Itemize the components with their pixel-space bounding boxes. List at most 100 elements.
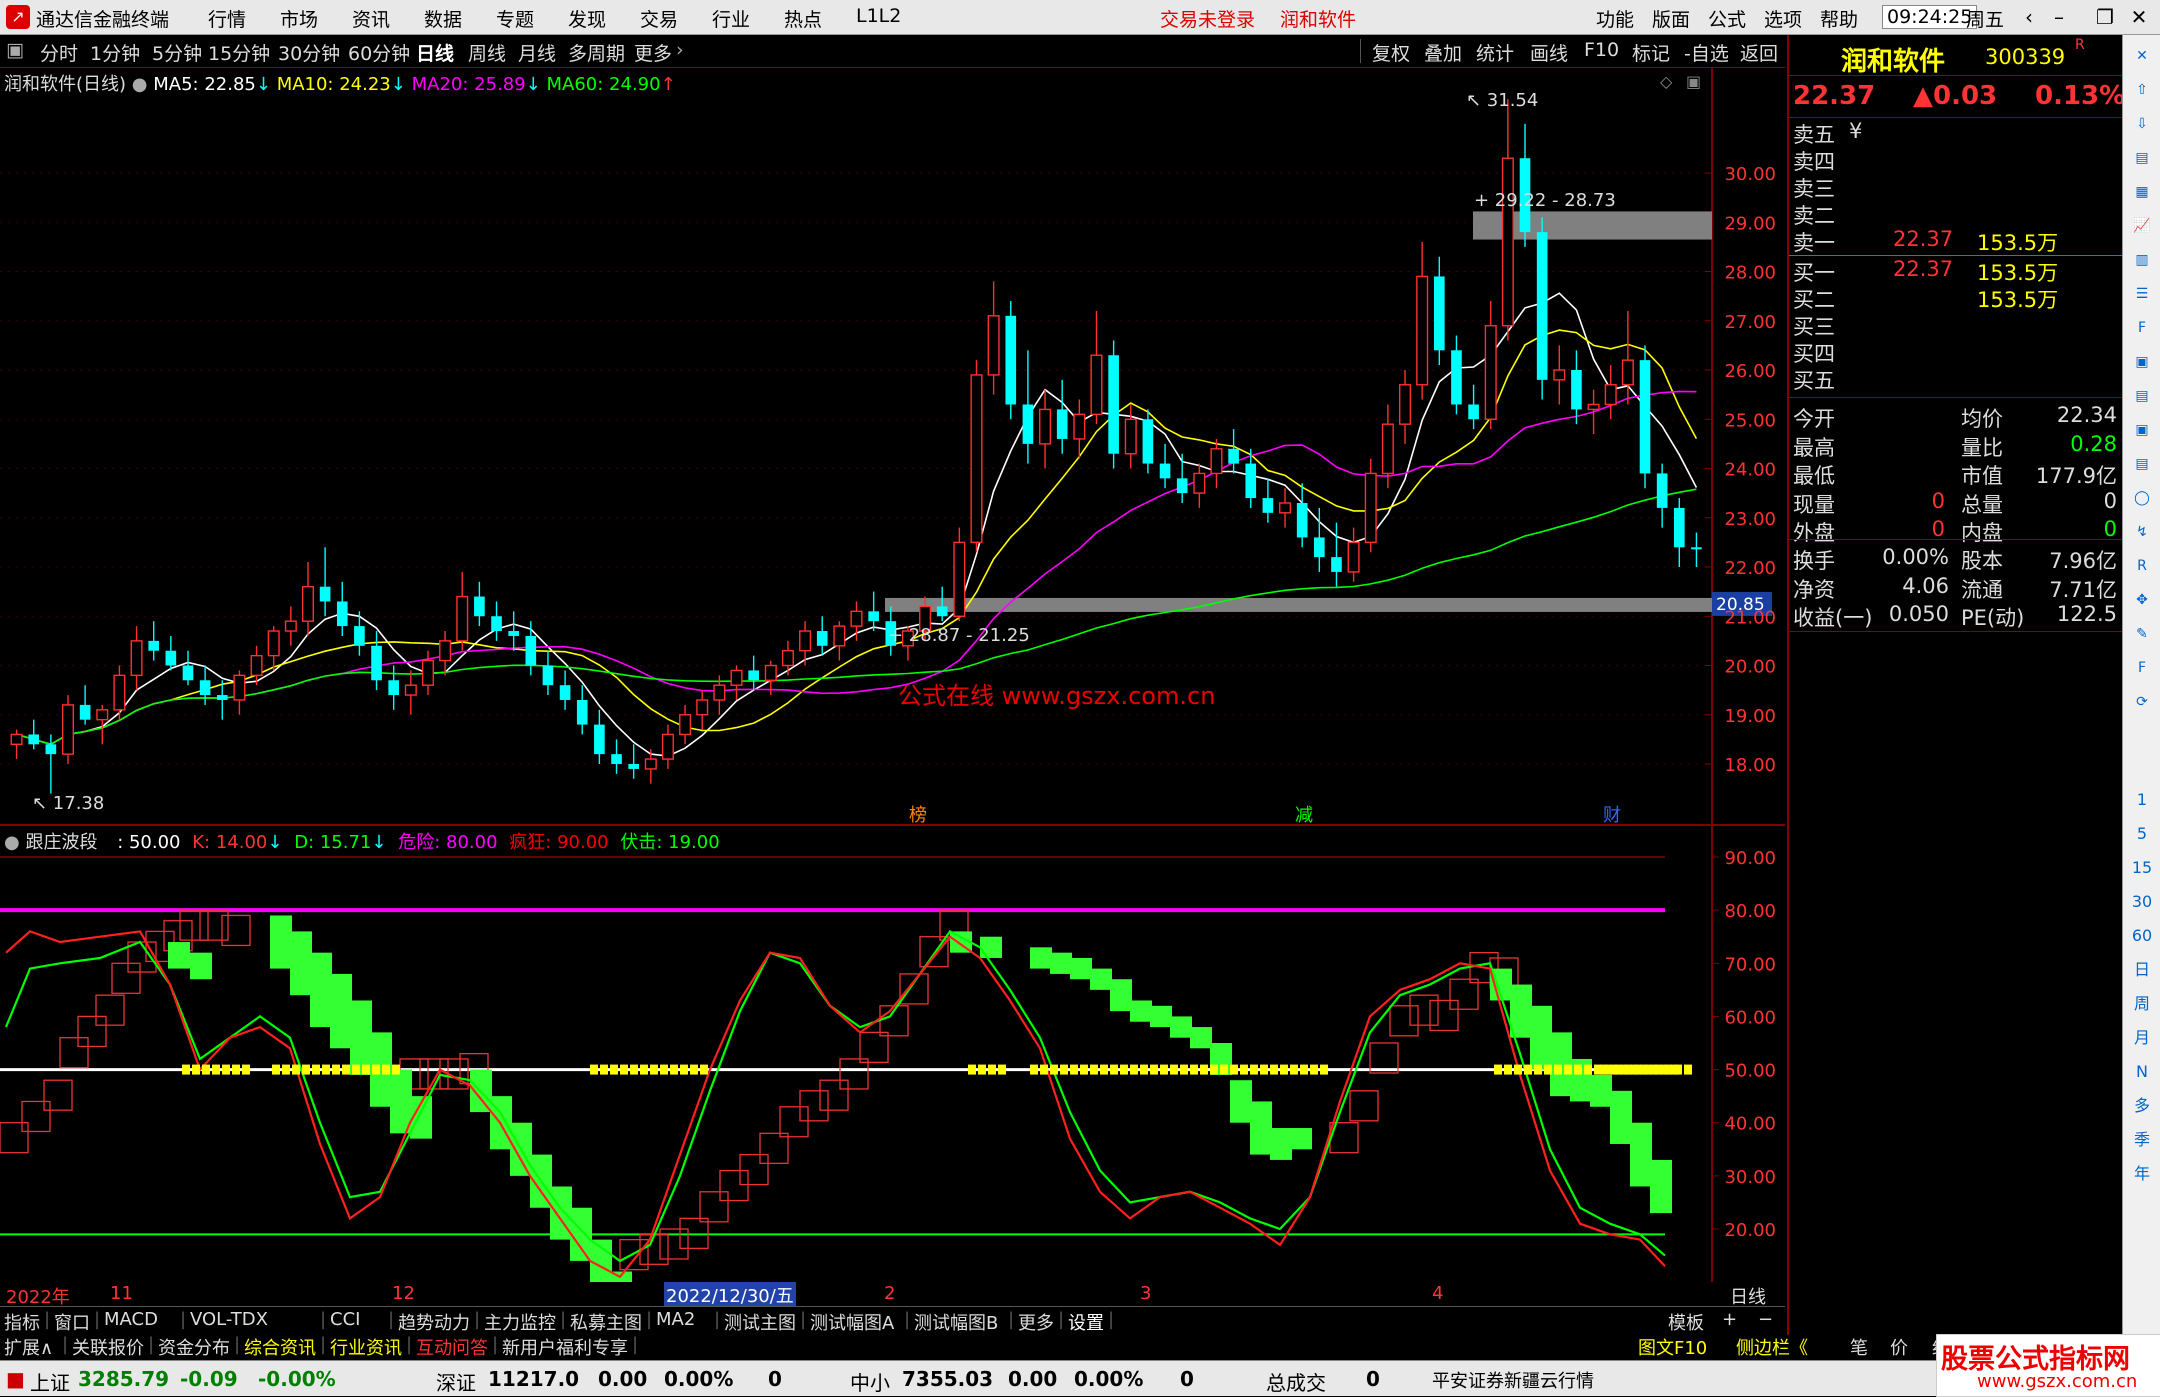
add-button[interactable]: + bbox=[1722, 1309, 1737, 1330]
period-1min[interactable]: 1分钟 bbox=[90, 39, 140, 66]
bottom-tab-6[interactable]: 新用户福利专享 bbox=[502, 1334, 628, 1360]
bottom-tab-1[interactable]: 关联报价 bbox=[72, 1334, 144, 1360]
close-icon[interactable]: ✕ bbox=[2129, 43, 2155, 69]
info-icon[interactable]: ▤ bbox=[2129, 383, 2155, 409]
rsi-icon[interactable]: R bbox=[2129, 553, 2155, 579]
tool-diejia[interactable]: 叠加 bbox=[1424, 39, 1462, 66]
sz-index-name[interactable]: 深证 bbox=[436, 1367, 476, 1396]
news-icon[interactable]: ▤ bbox=[2129, 451, 2155, 477]
bottom-tab-0[interactable]: 扩展∧ bbox=[4, 1334, 53, 1360]
pen-icon[interactable]: ✎ bbox=[2129, 621, 2155, 647]
restore-icon[interactable]: ❐ bbox=[2090, 4, 2120, 30]
refresh-icon[interactable]: ⟳ bbox=[2129, 689, 2155, 715]
bottom-tab-4[interactable]: 行业资讯 bbox=[330, 1334, 402, 1360]
doc-icon[interactable]: ▤ bbox=[2129, 145, 2155, 171]
sidebar-period-button[interactable]: 周 bbox=[2129, 991, 2155, 1017]
up-arrow-icon[interactable]: ⇧ bbox=[2129, 77, 2155, 103]
close-icon[interactable]: ✕ bbox=[2124, 4, 2154, 30]
bottom-tab-3[interactable]: 综合资讯 bbox=[244, 1334, 316, 1360]
menu-item-bangzhu[interactable]: 帮助 bbox=[1820, 5, 1858, 32]
signal-dot bbox=[1100, 1064, 1108, 1075]
menu-item-faxian[interactable]: 发现 bbox=[568, 5, 606, 32]
ma-settings-icon[interactable]: ● bbox=[132, 74, 148, 95]
sidebar-period-button[interactable]: 月 bbox=[2129, 1025, 2155, 1051]
candle-icon[interactable]: ▥ bbox=[2129, 247, 2155, 273]
menu-item-hangye[interactable]: 行业 bbox=[712, 5, 750, 32]
sidebar-period-button[interactable]: 30 bbox=[2129, 889, 2155, 915]
down-arrow-icon[interactable]: ⇩ bbox=[2129, 111, 2155, 137]
sidebar-period-button[interactable]: 日 bbox=[2129, 957, 2155, 983]
back-arrow-icon[interactable]: ‹ bbox=[2014, 4, 2044, 30]
sidebar-period-button[interactable]: 年 bbox=[2129, 1161, 2155, 1187]
chevron-right-icon[interactable]: › bbox=[676, 39, 684, 61]
period-5min[interactable]: 5分钟 bbox=[152, 39, 202, 66]
sidebar-period-button[interactable]: 季 bbox=[2129, 1127, 2155, 1153]
menu-item-zixun[interactable]: 资讯 bbox=[352, 5, 390, 32]
brush-button[interactable]: 笔 bbox=[1850, 1334, 1868, 1360]
list-icon[interactable]: ☰ bbox=[2129, 281, 2155, 307]
menu-item-zhuanti[interactable]: 专题 bbox=[496, 5, 534, 32]
f10-icon[interactable]: F bbox=[2129, 315, 2155, 341]
price-chart-area[interactable]: 20.85 30.00 29.00 28.00 27.00 26.00 25.00 24.0… bbox=[0, 67, 1785, 1282]
bottom-tab-5[interactable]: 互动问答 bbox=[416, 1334, 488, 1360]
price-button[interactable]: 价 bbox=[1890, 1334, 1908, 1360]
zone-icon[interactable]: ▣ bbox=[2129, 417, 2155, 443]
menu-item-shuju[interactable]: 数据 bbox=[424, 5, 462, 32]
candle-body bbox=[679, 714, 692, 736]
zx-index-name[interactable]: 中小 bbox=[850, 1367, 890, 1396]
sidebar-period-button[interactable]: 5 bbox=[2129, 821, 2155, 847]
book-icon[interactable]: ▣ bbox=[2129, 349, 2155, 375]
indicator-tab-3[interactable]: VOL-TDX bbox=[190, 1309, 268, 1330]
indicator-tab-4[interactable]: CCI bbox=[330, 1309, 360, 1330]
remove-button[interactable]: − bbox=[1758, 1309, 1773, 1330]
minimize-icon[interactable]: – bbox=[2044, 4, 2074, 30]
bottom-tab-2[interactable]: 资金分布 bbox=[158, 1334, 230, 1360]
tool-f10[interactable]: F10 bbox=[1584, 39, 1619, 61]
sidebar-period-button[interactable]: 60 bbox=[2129, 923, 2155, 949]
menu-item-gongneng[interactable]: 功能 bbox=[1596, 5, 1634, 32]
tool-tongji[interactable]: 统计 bbox=[1476, 39, 1514, 66]
sidebar-period-button[interactable]: 多 bbox=[2129, 1093, 2155, 1119]
menu-item-banmian[interactable]: 版面 bbox=[1652, 5, 1690, 32]
circle-icon[interactable]: ◯ bbox=[2129, 485, 2155, 511]
menu-item-l1l2[interactable]: L1L2 bbox=[856, 5, 901, 27]
f10-button[interactable]: 图文F10 bbox=[1638, 1334, 1707, 1360]
period-fenshi[interactable]: 分时 bbox=[40, 39, 78, 66]
indicator-settings-icon[interactable]: ● bbox=[4, 832, 20, 853]
period-more[interactable]: 更多 bbox=[634, 39, 672, 66]
menu-item-xuanxiang[interactable]: 选项 bbox=[1764, 5, 1802, 32]
falling-block bbox=[1650, 1159, 1672, 1214]
grid-icon[interactable]: ▦ bbox=[2129, 179, 2155, 205]
tool-fuquan[interactable]: 复权 bbox=[1372, 39, 1410, 66]
menu-item-hangqing[interactable]: 行情 bbox=[208, 5, 246, 32]
swap-icon[interactable]: ↯ bbox=[2129, 519, 2155, 545]
tool-fanhui[interactable]: 返回 bbox=[1740, 39, 1778, 66]
menu-item-redian[interactable]: 热点 bbox=[784, 5, 822, 32]
sidebar-period-button[interactable]: 15 bbox=[2129, 855, 2155, 881]
login-status[interactable]: 交易未登录 bbox=[1160, 5, 1255, 32]
menu-item-shichang[interactable]: 市场 bbox=[280, 5, 318, 32]
panel-toggle-icon[interactable]: ▣ bbox=[6, 39, 24, 61]
sidebar-toggle[interactable]: 侧边栏《 bbox=[1736, 1334, 1808, 1360]
period-multi[interactable]: 多周期 bbox=[568, 39, 625, 66]
period-monthly[interactable]: 月线 bbox=[518, 39, 556, 66]
sidebar-period-button[interactable]: 1 bbox=[2129, 787, 2155, 813]
sidebar-period-button[interactable]: N bbox=[2129, 1059, 2155, 1085]
tool-zixuan[interactable]: -自选 bbox=[1684, 39, 1729, 66]
move-icon[interactable]: ✥ bbox=[2129, 587, 2155, 613]
sh-index-name[interactable]: 上证 bbox=[30, 1367, 70, 1396]
period-30min[interactable]: 30分钟 bbox=[278, 39, 340, 66]
line-chart-icon[interactable]: 📈 bbox=[2129, 213, 2155, 239]
tool-huaxian[interactable]: 画线 bbox=[1530, 39, 1568, 66]
period-15min[interactable]: 15分钟 bbox=[208, 39, 270, 66]
menu-item-gongshi[interactable]: 公式 bbox=[1708, 5, 1746, 32]
fs-icon[interactable]: F bbox=[2129, 655, 2155, 681]
signal-dot bbox=[988, 1064, 996, 1075]
indicator-tab-8[interactable]: MA2 bbox=[656, 1309, 695, 1330]
period-daily[interactable]: 日线 bbox=[416, 39, 454, 66]
tool-biaoji[interactable]: 标记 bbox=[1632, 39, 1670, 66]
menu-item-jiaoyi[interactable]: 交易 bbox=[640, 5, 678, 32]
indicator-tab-2[interactable]: MACD bbox=[104, 1309, 158, 1330]
period-weekly[interactable]: 周线 bbox=[468, 39, 506, 66]
period-60min[interactable]: 60分钟 bbox=[348, 39, 410, 66]
